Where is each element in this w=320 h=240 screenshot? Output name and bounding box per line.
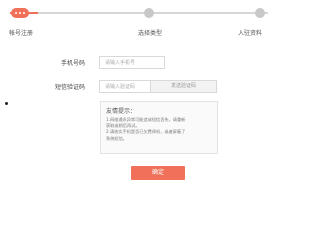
sms-code-label: 短信验证码 <box>54 84 85 91</box>
tips-line-4: 系统短信。 <box>106 135 127 141</box>
bullet-dot <box>5 102 8 105</box>
step-2-marker <box>144 8 154 18</box>
phone-label: 手机号码 <box>60 60 85 67</box>
phone-input[interactable] <box>99 56 165 69</box>
tips-box: 友情提示： 1.网络通讯异常可能造成短信丢失，请重新 获取或稍后再试。 2.请核… <box>100 101 218 154</box>
step-1-label: 帐号注册 <box>9 30 34 37</box>
step-1-marker <box>11 8 29 18</box>
step-1-ellipsis-icon <box>15 12 25 14</box>
send-code-button[interactable]: 发送验证码 <box>150 80 217 93</box>
step-3-marker <box>255 8 265 18</box>
tips-title: 友情提示： <box>106 108 137 115</box>
step-2-label: 选择类型 <box>138 30 163 37</box>
confirm-button[interactable]: 确定 <box>131 166 185 180</box>
step-3-label: 入驻资料 <box>238 30 263 37</box>
